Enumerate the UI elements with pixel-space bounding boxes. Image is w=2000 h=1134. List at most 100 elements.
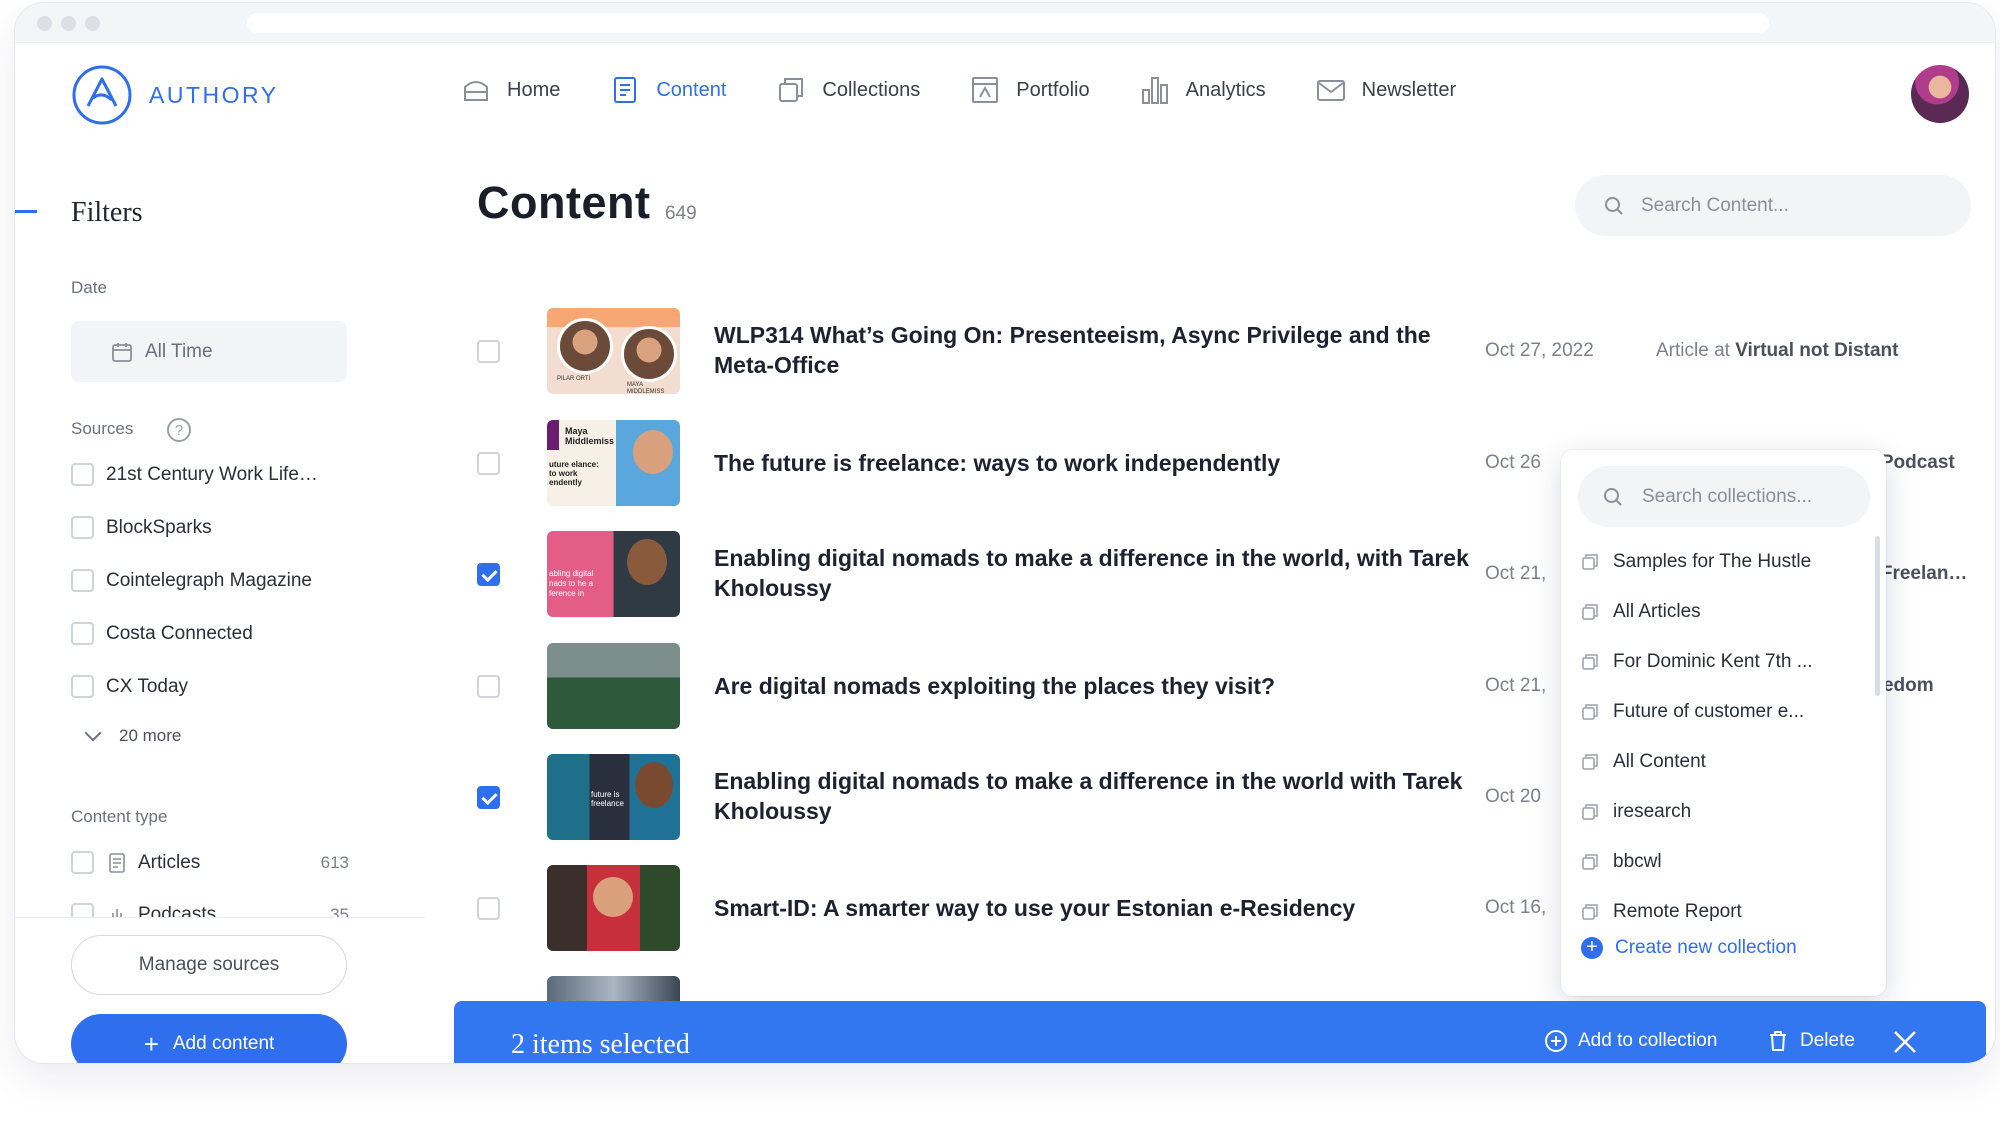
checkbox[interactable] [71, 463, 94, 486]
collection-item[interactable]: For Dominic Kent 7th ... [1581, 642, 1851, 682]
article-icon [109, 852, 125, 873]
logo[interactable]: AUTHORY [71, 63, 279, 127]
collection-icon [1582, 654, 1598, 670]
collection-label: All Articles [1613, 601, 1701, 622]
search-content-input[interactable]: Search Content... [1575, 175, 1971, 236]
nav-label: Portfolio [1016, 78, 1090, 101]
window-dot[interactable] [37, 16, 52, 31]
nav-item-newsletter[interactable]: Newsletter [1316, 75, 1456, 105]
manage-sources-button[interactable]: Manage sources [71, 935, 347, 995]
content-type-item-articles[interactable]: Articles 613 [71, 851, 349, 874]
checkbox[interactable] [71, 516, 94, 539]
content-title[interactable]: The future is freelance: ways to work in… [714, 448, 1469, 478]
source-label: CX Today [106, 675, 189, 697]
add-to-collection-button[interactable]: Add to collection [1544, 1029, 1717, 1053]
collection-item[interactable]: iresearch [1581, 792, 1851, 832]
show-more-sources[interactable]: 20 more [84, 724, 182, 746]
source-filter-item[interactable]: 21st Century Work Life… [71, 463, 318, 486]
collection-label: Remote Report [1613, 901, 1742, 922]
nav-item-content[interactable]: Content [610, 75, 726, 105]
newsletter-icon [1316, 80, 1345, 101]
source-name[interactable]: Virtual not Distant [1735, 340, 1898, 361]
content-source: Article at Virtual not Distant [1656, 340, 1898, 362]
nav-item-collections[interactable]: Collections [776, 75, 920, 105]
thumb-caption: PILAR ORTI [557, 376, 591, 382]
close-icon[interactable] [1890, 1027, 1920, 1057]
nav-item-analytics[interactable]: Analytics [1140, 75, 1266, 105]
row-checkbox[interactable] [477, 340, 500, 363]
content-title[interactable]: Smart-ID: A smarter way to use your Esto… [714, 893, 1469, 923]
content-thumbnail: abling digital nads to he a ference in [547, 531, 680, 617]
content-title[interactable]: WLP314 What’s Going On: Presenteeism, As… [714, 320, 1469, 380]
help-icon[interactable]: ? [167, 418, 191, 442]
row-checkbox[interactable] [477, 675, 500, 698]
filters-title: Filters [71, 197, 143, 228]
browser-chrome [15, 3, 1995, 43]
collection-label: For Dominic Kent 7th ... [1613, 651, 1813, 672]
guest-photo [593, 877, 633, 917]
date-filter-value: All Time [145, 340, 213, 362]
collection-item[interactable]: bbcwl [1581, 842, 1851, 882]
source-filter-item[interactable]: Costa Connected [71, 622, 253, 645]
collection-icon [1582, 754, 1598, 770]
row-checkbox[interactable] [477, 452, 500, 475]
collection-item[interactable]: All Articles [1581, 592, 1851, 632]
add-to-collection-label: Add to collection [1578, 1030, 1718, 1051]
source-prefix: Article at [1656, 340, 1730, 361]
search-placeholder: Search Content... [1641, 194, 1789, 216]
checkbox[interactable] [71, 675, 94, 698]
source-filter-item[interactable]: Cointelegraph Magazine [71, 569, 312, 592]
collection-label: Future of customer e... [1613, 701, 1805, 722]
content-date: Oct 20 [1485, 786, 1541, 807]
delete-button[interactable]: Delete [1766, 1029, 1855, 1053]
collections-icon [779, 78, 804, 102]
checkbox[interactable] [71, 851, 94, 874]
analytics-icon [1141, 77, 1168, 104]
content-date: Oct 21, [1485, 563, 1547, 584]
source-filter-item[interactable]: BlockSparks [71, 516, 212, 539]
window-dot[interactable] [85, 16, 100, 31]
collection-item[interactable]: Remote Report [1581, 892, 1851, 932]
dropdown-scrollbar[interactable] [1875, 536, 1880, 696]
nav-item-home[interactable]: Home [461, 75, 560, 105]
content-thumbnail: future is freelance [547, 754, 680, 840]
row-checkbox-checked[interactable] [477, 563, 500, 586]
content-title[interactable]: Enabling digital nomads to make a differ… [714, 543, 1469, 603]
add-to-collection-dropdown: Search collections... Samples for The Hu… [1561, 450, 1886, 996]
checkbox[interactable] [71, 622, 94, 645]
thumb-caption: future is freelance [591, 790, 624, 808]
nav-item-portfolio[interactable]: Portfolio [970, 75, 1090, 105]
search-collections-input[interactable]: Search collections... [1578, 466, 1870, 527]
collection-item[interactable]: Future of customer e... [1581, 692, 1851, 732]
content-thumbnail [547, 643, 680, 729]
create-collection-button[interactable]: + Create new collection [1581, 937, 1797, 959]
more-label: 20 more [119, 726, 182, 745]
row-checkbox-checked[interactable] [477, 786, 500, 809]
user-avatar[interactable] [1911, 65, 1969, 123]
window-dot[interactable] [61, 16, 76, 31]
content-thumbnail [547, 865, 680, 951]
portfolio-icon [972, 77, 999, 103]
add-content-button[interactable]: + Add content [71, 1014, 347, 1063]
collection-item[interactable]: Samples for The Hustle [1581, 542, 1851, 582]
source-filter-item[interactable]: CX Today [71, 675, 188, 698]
row-checkbox[interactable] [477, 897, 500, 920]
content-title[interactable]: Enabling digital nomads to make a differ… [714, 766, 1469, 826]
content-title[interactable]: Are digital nomads exploiting the places… [714, 671, 1469, 701]
collection-icon [1582, 904, 1598, 920]
date-filter-button[interactable]: All Time [71, 321, 347, 382]
plus-icon: + [143, 1028, 159, 1059]
guest-photo [557, 318, 613, 374]
collection-label: All Content [1613, 751, 1706, 772]
authory-logo-icon [72, 65, 132, 125]
content-thumbnail: PILAR ORTI MAYA MIDDLEMISS [547, 308, 680, 394]
source-label: 21st Century Work Life… [106, 463, 318, 485]
app-window: AUTHORY Home Content Collections Portfol… [14, 2, 1996, 1064]
checkbox[interactable] [71, 569, 94, 592]
delete-label: Delete [1800, 1030, 1855, 1051]
content-row[interactable]: PILAR ORTI MAYA MIDDLEMISS WLP314 What’s… [477, 308, 1977, 394]
collection-item[interactable]: All Content [1581, 742, 1851, 782]
content-date: Oct 27, 2022 [1485, 340, 1594, 361]
url-bar[interactable] [247, 13, 1769, 33]
guest-photo [635, 762, 673, 808]
